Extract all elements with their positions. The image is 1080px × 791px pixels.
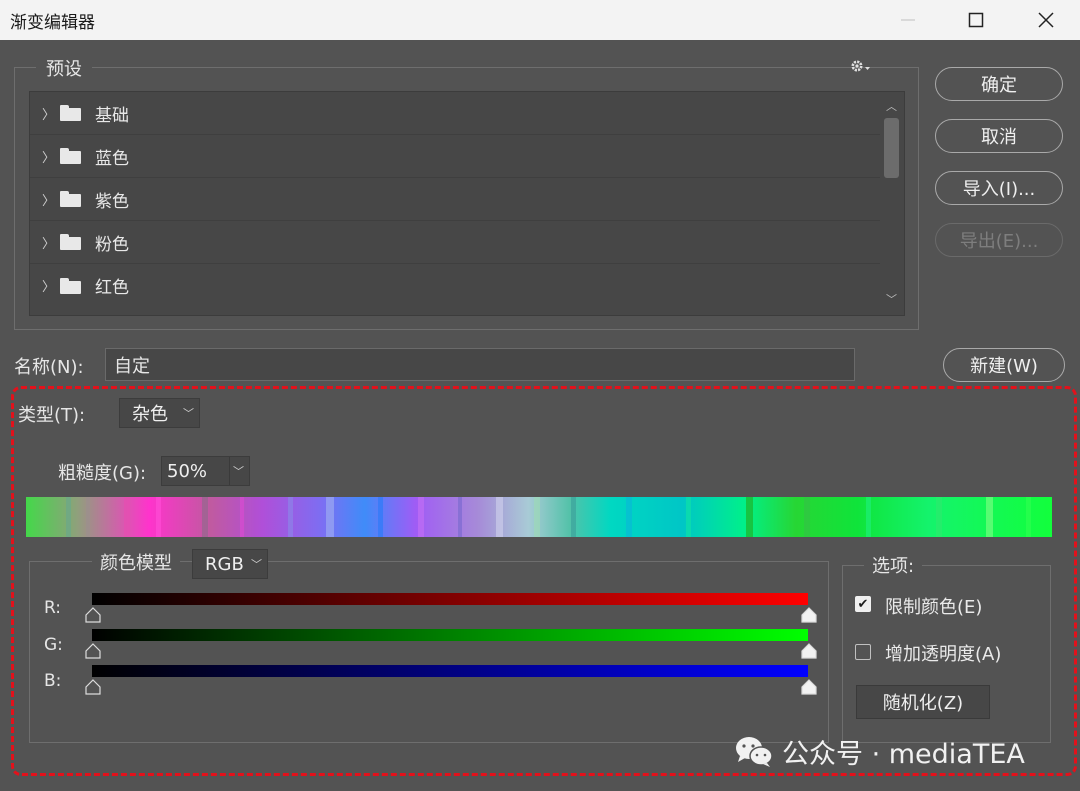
gradient-preview-bar[interactable] bbox=[26, 497, 1052, 537]
red-channel-bar[interactable] bbox=[92, 593, 808, 605]
color-model-group bbox=[29, 561, 829, 743]
chevron-right-icon[interactable]: 〉 bbox=[42, 233, 55, 252]
preset-folder-row[interactable]: 〉 粉色 bbox=[30, 221, 880, 264]
maximize-button[interactable] bbox=[946, 0, 1006, 40]
chevron-right-icon[interactable]: 〉 bbox=[42, 147, 55, 166]
name-label: 名称(N): bbox=[14, 357, 84, 378]
preset-folder-row[interactable]: 〉 基础 bbox=[30, 92, 880, 135]
roughness-input[interactable]: 50% bbox=[162, 457, 230, 485]
import-button[interactable]: 导入(I)... bbox=[935, 171, 1063, 205]
chevron-down-icon[interactable]: ﹀ bbox=[233, 463, 244, 479]
export-button[interactable]: 导出(E)... bbox=[935, 223, 1063, 257]
chevron-down-icon: ﹀ bbox=[251, 558, 262, 571]
preset-folder-row[interactable]: 〉 紫色 bbox=[30, 178, 880, 221]
scroll-up-icon[interactable]: ︿ bbox=[886, 98, 897, 114]
preset-folder-label: 红色 bbox=[95, 278, 129, 298]
preset-folder-row[interactable]: 〉 蓝色 bbox=[30, 135, 880, 178]
blue-channel-label: B: bbox=[44, 671, 62, 691]
watermark: 公众号 · mediaTEA bbox=[734, 732, 1025, 771]
new-button[interactable]: 新建(W) bbox=[943, 348, 1065, 382]
green-channel-bar[interactable] bbox=[92, 629, 808, 641]
maximize-icon bbox=[968, 12, 984, 28]
roughness-label: 粗糙度(G): bbox=[58, 463, 147, 484]
type-value: 杂色 bbox=[132, 404, 168, 425]
presets-menu-button[interactable] bbox=[850, 58, 872, 79]
presets-label: 预设 bbox=[36, 55, 92, 81]
color-model-dropdown[interactable]: RGB ﹀ bbox=[192, 549, 268, 579]
green-min-stop[interactable] bbox=[85, 643, 101, 659]
close-icon bbox=[1038, 12, 1054, 28]
window-title: 渐变编辑器 bbox=[10, 13, 95, 33]
name-input[interactable]: 自定 bbox=[105, 348, 855, 381]
preset-folder-row[interactable]: 〉 红色 bbox=[30, 264, 880, 307]
folder-icon bbox=[60, 191, 81, 207]
blue-min-stop[interactable] bbox=[85, 679, 101, 695]
preset-folder-label: 粉色 bbox=[95, 234, 129, 255]
red-max-stop[interactable] bbox=[801, 607, 817, 623]
roughness-field[interactable]: 50% ﹀ bbox=[161, 456, 250, 486]
restrict-colors-label[interactable]: 限制颜色(E) bbox=[885, 593, 982, 619]
type-dropdown[interactable]: 杂色 ﹀ bbox=[119, 398, 200, 428]
preset-folder-label: 紫色 bbox=[95, 191, 129, 212]
red-min-stop[interactable] bbox=[85, 607, 101, 623]
folder-icon bbox=[60, 148, 81, 164]
presets-list[interactable]: 〉 基础 〉 蓝色 〉 紫色 〉 粉色 〉 红色 bbox=[29, 91, 905, 316]
gear-icon bbox=[851, 60, 870, 72]
scroll-down-icon[interactable]: ﹀ bbox=[886, 291, 897, 307]
preset-folder-label: 蓝色 bbox=[95, 148, 129, 169]
minimize-icon bbox=[901, 19, 915, 21]
randomize-button[interactable]: 随机化(Z) bbox=[856, 685, 990, 719]
close-button[interactable] bbox=[1016, 0, 1076, 40]
add-transparency-checkbox[interactable] bbox=[855, 644, 871, 660]
red-channel-label: R: bbox=[44, 598, 62, 618]
preset-folder-label: 基础 bbox=[95, 105, 129, 126]
chevron-right-icon[interactable]: 〉 bbox=[42, 276, 55, 295]
scroll-thumb[interactable] bbox=[884, 118, 899, 178]
type-label: 类型(T): bbox=[18, 405, 86, 426]
chevron-right-icon[interactable]: 〉 bbox=[42, 190, 55, 209]
watermark-text: 公众号 · mediaTEA bbox=[782, 739, 1025, 770]
restrict-colors-checkbox[interactable]: ✔ bbox=[855, 596, 871, 612]
cancel-button[interactable]: 取消 bbox=[935, 119, 1063, 153]
color-model-label: 颜色模型 bbox=[92, 549, 180, 575]
blue-max-stop[interactable] bbox=[801, 679, 817, 695]
green-max-stop[interactable] bbox=[801, 643, 817, 659]
options-label: 选项: bbox=[864, 552, 923, 578]
chevron-down-icon: ﹀ bbox=[183, 407, 194, 420]
minimize-button[interactable] bbox=[878, 0, 938, 40]
folder-icon bbox=[60, 277, 81, 294]
checkmark-icon: ✔ bbox=[857, 596, 869, 612]
chevron-right-icon[interactable]: 〉 bbox=[42, 104, 55, 123]
wechat-icon bbox=[736, 736, 773, 767]
ok-button[interactable]: 确定 bbox=[935, 67, 1063, 101]
folder-icon bbox=[60, 105, 81, 121]
color-model-value: RGB bbox=[205, 553, 244, 575]
blue-channel-bar[interactable] bbox=[92, 665, 808, 677]
green-channel-label: G: bbox=[44, 635, 63, 655]
add-transparency-label[interactable]: 增加透明度(A) bbox=[885, 640, 1001, 666]
folder-icon bbox=[60, 234, 81, 250]
